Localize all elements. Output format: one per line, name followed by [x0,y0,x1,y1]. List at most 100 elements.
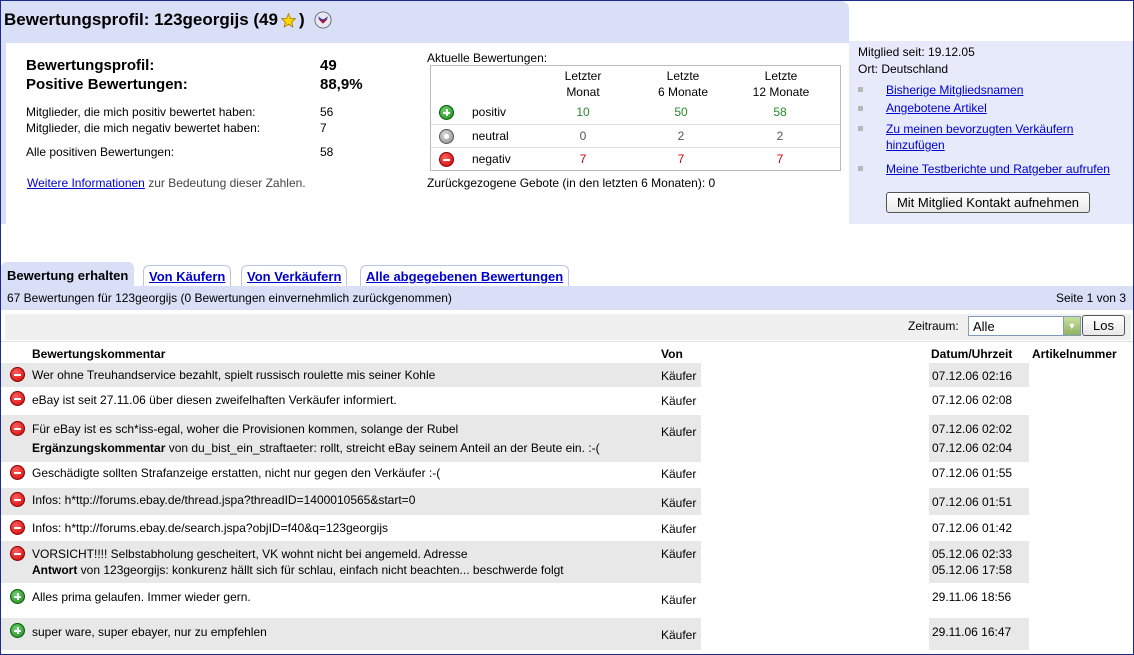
from: Käufer [661,628,697,642]
title-bar: Bewertungsprofil: 123georgijs (49 ) [1,1,849,41]
date: 07.12.06 01:55 [932,466,1013,480]
feedback-count: 67 Bewertungen für 123georgijs (0 Bewert… [7,291,452,305]
members-negative-value: 7 [320,121,327,135]
rating-value: 2 [677,129,685,143]
members-negative-label: Mitglieder, die mich negativ bewertet ha… [26,121,261,135]
all-positive-label: Alle positiven Bewertungen: [26,145,175,159]
from: Käufer [661,467,697,481]
table-row: super ware, super ebayer, nur zu empfehl… [1,618,1121,650]
date: 07.12.06 01:51 [932,495,1013,509]
from: Käufer [661,496,697,510]
bullet-icon [858,87,863,92]
profile-value: 49 [320,57,337,74]
from: Käufer [661,394,697,408]
rating-name: negativ [472,152,511,166]
positive-icon [10,623,25,638]
col-head-month: Letzter Monat [564,69,602,99]
col-date[interactable]: Datum/Uhrzeit [931,347,1012,361]
filter-bar [1,310,1133,342]
more-info-link[interactable]: Weitere Informationen [27,176,145,190]
tab-all-given[interactable]: Alle abgegebenen Bewertungen [360,265,570,286]
link-add-favorite-seller[interactable]: Zu meinen bevorzugten Verkäufern [886,122,1073,136]
table-row: Wer ohne Treuhandservice bezahlt, spielt… [1,363,1121,387]
bullet-icon [858,166,863,171]
rating-row-negative: negativ 7 7 7 [431,147,840,170]
table-row: eBay ist seit 27.11.06 über diesen zweif… [1,388,1121,414]
period-label: Zeitraum: [908,319,959,333]
withdrawn-bids: Zurückgezogene Gebote (in den letzten 6 … [427,176,716,190]
tab-from-sellers[interactable]: Von Verkäufern [241,265,348,286]
table-row: Für eBay ist es sch*iss-egal, woher die … [1,415,1121,462]
positive-value: 88,9% [320,76,363,93]
profile-label: Bewertungsprofil: [26,57,155,74]
rating-value: 7 [677,152,685,166]
positive-icon [10,589,25,604]
tab-from-buyers[interactable]: Von Käufern [143,265,232,286]
negative-icon [10,492,25,507]
contact-member-button[interactable]: Mit Mitglied Kontakt aufnehmen [886,192,1090,213]
page-title: Bewertungsprofil: 123georgijs (49 ) [4,10,332,30]
rating-value: 2 [776,129,784,143]
link-reviews-guides[interactable]: Meine Testberichte und Ratgeber aufrufen [886,162,1110,176]
go-button[interactable]: Los [1082,315,1125,336]
member-location: Ort: Deutschland [858,62,949,76]
rating-name: positiv [472,105,507,119]
rating-row-neutral: neutral 0 2 2 [431,124,840,147]
negative-icon [10,546,25,561]
col-from[interactable]: Von [661,347,683,361]
title-suffix: ) [298,10,305,29]
seller-reply: Antwort von 123georgijs: konkurenz hällt… [32,563,564,577]
rating-value: 0 [579,129,587,143]
negative-icon [10,421,25,436]
shield-icon[interactable] [314,11,332,29]
negative-icon [439,152,454,167]
from: Käufer [661,522,697,536]
chevron-down-icon[interactable]: ▼ [1063,317,1080,335]
comment: Wer ohne Treuhandservice bezahlt, spielt… [32,368,436,382]
date: 07.12.06 02:08 [932,393,1013,407]
link-previous-names[interactable]: Bisherige Mitgliedsnamen [886,83,1023,97]
page-indicator: Seite 1 von 3 [1055,291,1126,305]
col-comment[interactable]: Bewertungskommentar [32,347,165,361]
more-info-line: Weitere Informationen zur Bedeutung dies… [27,176,306,190]
period-select[interactable]: Alle ▼ [968,316,1081,336]
comment: super ware, super ebayer, nur zu empfehl… [32,625,267,639]
comment: VORSICHT!!!! Selbstabholung gescheitert,… [32,547,468,561]
rating-value: 50 [674,105,688,119]
table-row: Infos: h*ttp://forums.ebay.de/search.jsp… [1,515,1121,541]
title-prefix: Bewertungsprofil: 123georgijs (49 [4,10,278,29]
table-row: VORSICHT!!!! Selbstabholung gescheitert,… [1,541,1121,583]
date: 29.11.06 16:47 [932,625,1012,639]
comment: eBay ist seit 27.11.06 über diesen zweif… [32,393,397,407]
negative-icon [10,367,25,382]
more-info-text: zur Bedeutung dieser Zahlen. [148,176,306,190]
date: 05.12.06 02:33 [932,547,1013,561]
comment: Geschädigte sollten Strafanzeige erstatt… [32,466,441,480]
from: Käufer [661,369,697,383]
table-row: Geschädigte sollten Strafanzeige erstatt… [1,462,1121,488]
reply-date: 05.12.06 17:58 [932,563,1013,577]
member-since: Mitglied seit: 19.12.05 [858,45,975,59]
rating-value: 7 [579,152,587,166]
filter-bar-bg [5,314,1131,340]
rating-row-positive: positiv 10 50 58 [431,101,840,124]
negative-icon [10,465,25,480]
positive-icon [439,105,454,120]
link-offered-items[interactable]: Angebotene Artikel [886,101,987,115]
link-add-favorite-seller-2[interactable]: hinzufügen [886,138,945,152]
members-positive-label: Mitglieder, die mich positiv bewertet ha… [26,105,256,119]
neutral-icon [439,129,454,144]
info-bar: 67 Bewertungen für 123georgijs (0 Bewert… [1,286,1133,310]
comment: Infos: h*ttp://forums.ebay.de/thread.jsp… [32,493,416,507]
date: 29.11.06 18:56 [932,590,1012,604]
col-head-12months: Letzte 12 Monate [752,69,810,99]
table-row: Infos: h*ttp://forums.ebay.de/thread.jsp… [1,488,1121,515]
tab-received[interactable]: Bewertung erhalten [1,262,135,286]
positive-label: Positive Bewertungen: [26,76,188,93]
members-positive-value: 56 [320,105,334,119]
col-item-number[interactable]: Artikelnummer [1032,347,1117,361]
current-ratings-title: Aktuelle Bewertungen: [427,51,548,65]
col-head-6months: Letzte 6 Monate [657,69,709,99]
table-row: Alles prima gelaufen. Immer wieder gern.… [1,584,1121,617]
star-icon [280,12,296,28]
